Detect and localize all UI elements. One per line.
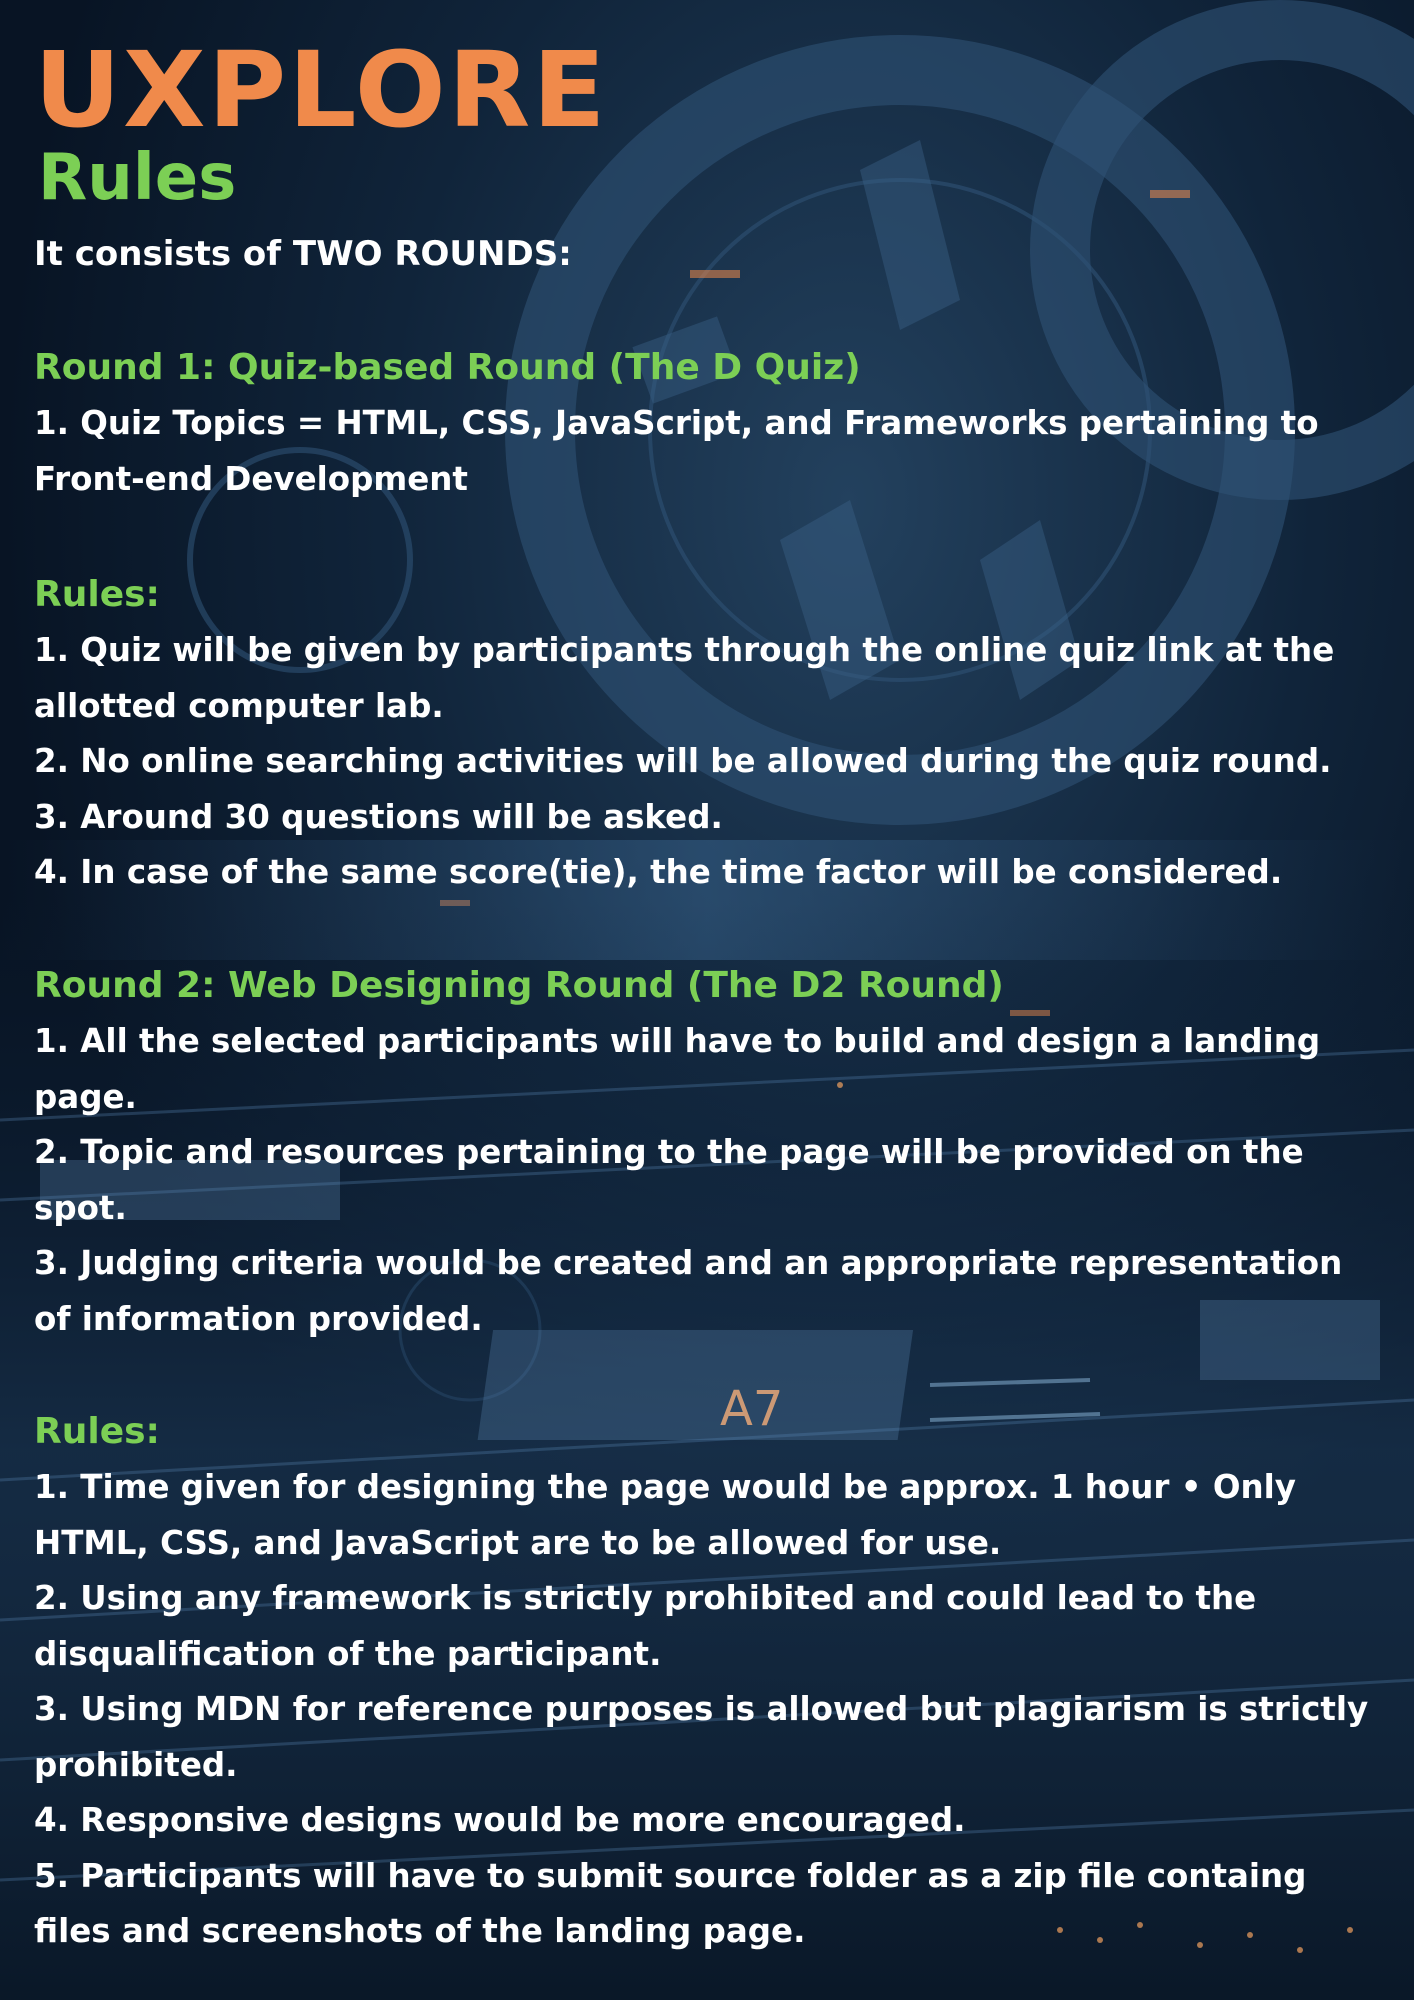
intro-text: It consists of TWO ROUNDS: <box>34 234 572 274</box>
rules-2-item: 1. Time given for designing the page wou… <box>34 1468 1296 1562</box>
rules-2-item: 4. Responsive designs would be more enco… <box>34 1801 966 1839</box>
round-1-description: 1. Quiz Topics = HTML, CSS, JavaScript, … <box>34 396 1384 507</box>
round-2-item: 2. Topic and resources pertaining to the… <box>34 1133 1304 1227</box>
page-title: Rules <box>38 141 237 215</box>
rules-1-item: 2. No online searching activities will b… <box>34 742 1332 780</box>
rules-2-section: Rules: 1. Time given for designing the p… <box>34 1404 1384 1960</box>
round-2-list: 1. All the selected participants will ha… <box>34 1014 1384 1347</box>
round-2-item: 1. All the selected participants will ha… <box>34 1022 1321 1116</box>
rules-1-item: 3. Around 30 questions will be asked. <box>34 797 723 836</box>
rules-2-item: 3. Using MDN for reference purposes is a… <box>34 1690 1369 1784</box>
rules-1-list: 1. Quiz will be given by participants th… <box>34 623 1384 901</box>
rules-1-item: 1. Quiz will be given by participants th… <box>34 631 1335 725</box>
round-1-item: 1. Quiz Topics = HTML, CSS, JavaScript, … <box>34 404 1319 498</box>
round-1-heading: Round 1: Quiz-based Round (The D Quiz) <box>34 347 861 388</box>
uxplore-logo: UXPLORE <box>34 29 608 151</box>
round-2-heading: Round 2: Web Designing Round (The D2 Rou… <box>34 965 1004 1006</box>
rules-2-list: 1. Time given for designing the page wou… <box>34 1460 1384 1960</box>
round-1-section: Round 1: Quiz-based Round (The D Quiz) 1… <box>34 340 1384 507</box>
round-2-item: 3. Judging criteria would be created and… <box>34 1244 1343 1338</box>
rules-1-item: 4. In case of the same score(tie), the t… <box>34 853 1283 891</box>
rules-2-item: 5. Participants will have to submit sour… <box>34 1856 1307 1951</box>
rules-2-item: 2. Using any framework is strictly prohi… <box>34 1579 1257 1673</box>
rules-1-section: Rules: 1. Quiz will be given by particip… <box>34 567 1384 901</box>
rules-1-heading: Rules: <box>34 574 160 615</box>
round-2-section: Round 2: Web Designing Round (The D2 Rou… <box>34 958 1384 1347</box>
rules-2-heading: Rules: <box>34 1411 160 1452</box>
